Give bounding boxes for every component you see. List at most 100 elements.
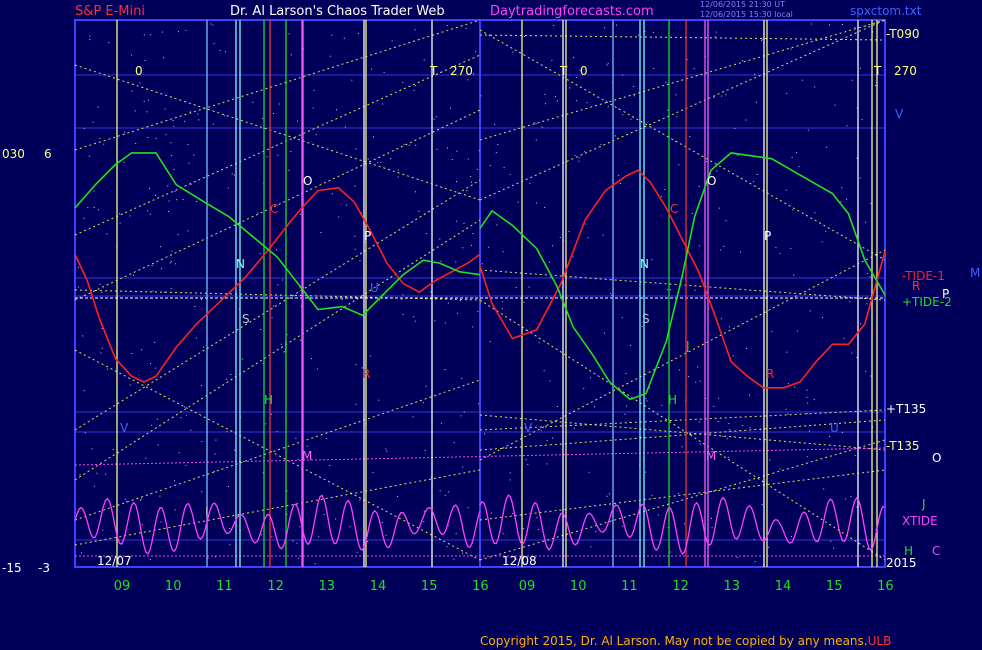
right-marker: P [942,287,949,301]
star-dot [170,155,172,156]
star-dot [456,181,457,182]
star-dot [814,86,816,88]
planet-line-label: I [205,505,209,519]
star-dot [625,373,627,374]
star-dot [544,93,546,95]
star-dot [556,406,558,407]
x-tick-label: 14 [775,579,792,594]
star-dot [621,317,623,319]
star-dot [288,33,290,35]
star-dot [425,385,427,387]
star-dot [472,326,474,328]
xtide-line [74,494,481,555]
star-dot [225,378,227,380]
star-dot [678,493,680,494]
star-dot [670,289,672,291]
star-dot [123,161,125,163]
x-tick-label: 16 [877,579,894,594]
star-dot [146,111,148,113]
star-dot [756,101,757,103]
star-dot [726,438,728,440]
star-dot [699,380,701,382]
star-dot [809,430,810,432]
star-dot [212,123,214,125]
cycle-diagonal [479,439,886,561]
planet-line-label: S [642,312,650,326]
star-dot [402,82,404,83]
top-planet-marker: 0 [580,64,588,78]
star-dot [97,106,99,108]
star-dot [170,261,172,263]
star-dot [241,358,243,360]
star-dot [408,144,410,146]
star-dot [83,217,85,219]
star-dot [434,320,436,322]
star-dot [749,427,751,429]
panel-start-label: 12/08 [502,554,537,568]
star-dot [313,89,315,91]
star-dot [214,453,216,455]
star-dot [349,526,351,528]
star-dot [734,127,736,129]
star-dot [546,440,548,442]
star-dot [462,247,464,249]
star-dot [590,377,592,379]
star-dot [856,357,858,359]
star-dot [446,546,448,548]
star-dot [791,535,792,537]
star-dot [543,370,545,372]
star-dot [178,452,180,454]
star-dot [649,387,651,389]
star-dot [124,131,126,133]
star-dot [588,471,590,473]
star-dot [584,151,586,153]
star-dot [859,177,861,179]
star-dot [535,139,537,141]
star-dot [412,416,414,418]
star-dot [131,353,133,354]
star-dot [866,303,868,305]
star-dot [854,455,856,457]
star-dot [224,51,226,53]
star-dot [402,294,404,296]
star-dot [829,24,830,26]
star-dot [354,248,356,250]
star-dot [630,118,632,120]
star-dot [331,34,333,36]
star-dot [865,370,867,372]
star-dot [112,449,114,450]
y-left-inner-bottom: -3 [38,561,50,575]
star-dot [162,31,163,33]
x-tick-label: 13 [724,579,741,594]
star-dot [572,256,574,258]
star-dot [533,122,535,124]
star-dot [490,512,492,514]
star-dot [487,246,489,248]
star-dot [398,169,399,171]
star-dot [641,326,643,327]
star-dot [796,152,798,154]
star-dot [271,317,273,319]
star-dot [502,533,504,535]
top-planet-marker: T [873,64,882,78]
star-dot [455,261,457,263]
star-dot [509,173,511,175]
x-tick-label: 09 [114,579,131,594]
star-dot [160,246,161,248]
star-dot [169,262,171,264]
star-dot [698,245,700,247]
x-tick-label: 15 [421,579,438,594]
cycle-diagonal [74,19,481,151]
star-dot [718,207,720,209]
planet-line-label: N [236,257,245,271]
star-dot [678,164,680,166]
star-dot [607,106,609,108]
star-dot [273,113,274,114]
star-dot [299,526,301,528]
star-dot [517,201,519,203]
star-dot [694,289,696,291]
star-dot [355,403,357,405]
star-dot [196,201,198,202]
star-dot [785,408,787,410]
star-dot [725,220,727,222]
